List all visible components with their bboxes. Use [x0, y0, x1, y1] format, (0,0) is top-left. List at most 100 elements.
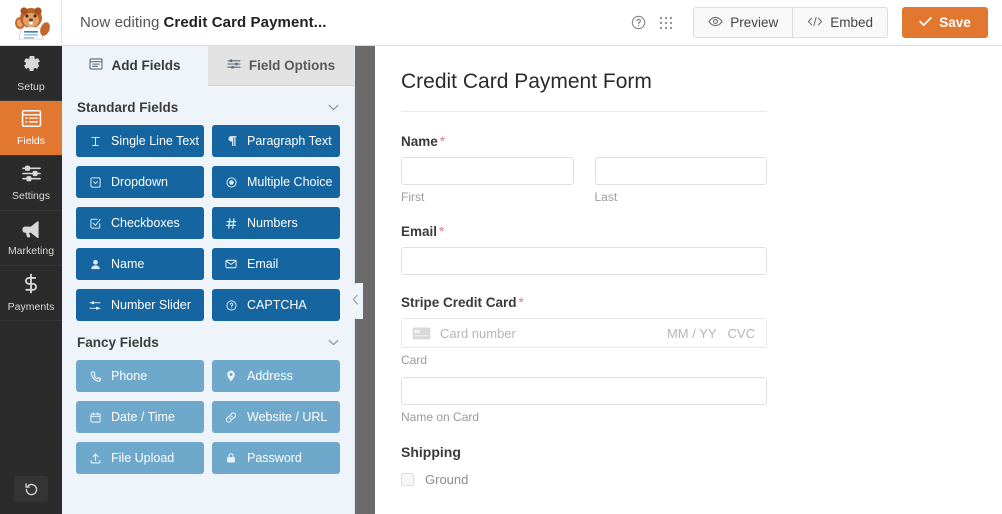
panel-tabs: Add Fields Field Options	[62, 46, 354, 86]
left-nav: Setup Fields Settings Marketing Payments	[0, 46, 62, 514]
field-label: Single Line Text	[111, 134, 200, 148]
form-title: Credit Card Payment Form	[401, 70, 767, 112]
card-number-input[interactable]: Card number MM / YY CVC	[401, 318, 767, 348]
field-label-email: Email *	[401, 224, 767, 239]
first-name-input[interactable]	[401, 157, 574, 185]
field-label: CAPTCHA	[247, 298, 307, 312]
dollar-icon	[22, 273, 40, 299]
field-button-single-line-text[interactable]: Single Line Text	[76, 125, 204, 157]
sidebar-item-marketing[interactable]: Marketing	[0, 211, 62, 266]
sidebar-item-settings[interactable]: Settings	[0, 156, 62, 211]
help-circle-icon[interactable]	[625, 10, 651, 36]
collapse-panel-button[interactable]	[348, 283, 363, 319]
save-button[interactable]: Save	[902, 7, 988, 38]
sidebar-item-fields[interactable]: Fields	[0, 101, 62, 156]
upload-icon	[88, 453, 102, 464]
lock-icon	[224, 452, 238, 464]
question-circle-icon	[224, 299, 238, 311]
shipping-option-label: Ground	[425, 472, 469, 487]
name-on-card-input[interactable]	[401, 377, 767, 405]
field-button-date-time[interactable]: Date / Time	[76, 401, 204, 433]
dropdown-icon	[88, 176, 102, 188]
shipping-option-ground[interactable]: Ground	[401, 472, 767, 487]
field-button-number-slider[interactable]: Number Slider	[76, 289, 204, 321]
chevron-down-icon[interactable]	[328, 337, 339, 349]
field-button-numbers[interactable]: Numbers	[212, 207, 340, 239]
field-label: Multiple Choice	[247, 175, 333, 189]
link-icon	[224, 411, 238, 423]
group-fancy-fields[interactable]: Fancy Fields	[76, 321, 340, 360]
check-icon	[919, 15, 933, 30]
field-label: Name	[111, 257, 145, 271]
field-button-password[interactable]: Password	[212, 442, 340, 474]
label-text: Email	[401, 224, 438, 239]
panel-scroll-area[interactable]: Standard Fields Single Line Text Paragra…	[62, 86, 354, 514]
user-icon	[88, 259, 102, 270]
field-label: Phone	[111, 369, 148, 383]
field-button-checkboxes[interactable]: Checkboxes	[76, 207, 204, 239]
tab-add-fields-label: Add Fields	[111, 58, 181, 73]
field-button-dropdown[interactable]: Dropdown	[76, 166, 204, 198]
group-standard-fields[interactable]: Standard Fields	[76, 86, 340, 125]
group-standard-title: Standard Fields	[77, 100, 179, 115]
field-label-name: Name *	[401, 134, 767, 149]
revision-history-button[interactable]	[14, 476, 48, 502]
top-bar-actions: Preview Embed Save	[625, 0, 1002, 45]
field-button-file-upload[interactable]: File Upload	[76, 442, 204, 474]
field-button-website-url[interactable]: Website / URL	[212, 401, 340, 433]
sliders-icon	[21, 164, 42, 188]
preview-field-name[interactable]: Name * First Last	[401, 134, 767, 204]
editing-label: Now editing	[80, 14, 160, 31]
tab-field-options[interactable]: Field Options	[208, 46, 354, 86]
builder-body: Setup Fields Settings Marketing Payments…	[0, 46, 1002, 514]
fancy-fields-grid: Phone Address Date / Time Website / URL …	[76, 360, 340, 474]
preview-field-shipping[interactable]: Shipping Ground	[401, 444, 767, 487]
field-label: Numbers	[247, 216, 298, 230]
field-button-multiple-choice[interactable]: Multiple Choice	[212, 166, 340, 198]
field-label: Address	[247, 369, 293, 383]
group-fancy-title: Fancy Fields	[77, 335, 159, 350]
preview-embed-group: Preview Embed	[693, 7, 888, 38]
tab-add-fields[interactable]: Add Fields	[62, 46, 208, 86]
embed-button[interactable]: Embed	[792, 7, 888, 38]
preview-label: Preview	[730, 15, 779, 30]
last-name-input[interactable]	[594, 157, 767, 185]
wpforms-builder: Now editing Credit Card Payment... Previ…	[0, 0, 1002, 514]
code-icon	[807, 15, 823, 30]
field-label-stripe-credit-card: Stripe Credit Card *	[401, 295, 767, 310]
chevron-down-icon[interactable]	[328, 102, 339, 114]
field-label: File Upload	[111, 451, 175, 465]
name-subfields: First Last	[401, 157, 767, 204]
hash-icon	[224, 217, 238, 229]
preview-field-email[interactable]: Email *	[401, 224, 767, 275]
gear-icon	[21, 53, 42, 79]
text-cursor-icon	[88, 136, 102, 147]
top-bar: Now editing Credit Card Payment... Previ…	[0, 0, 1002, 46]
sidebar-label-setup: Setup	[17, 81, 45, 94]
editing-title: Now editing Credit Card Payment...	[62, 0, 625, 45]
sidebar-item-payments[interactable]: Payments	[0, 266, 62, 321]
field-button-email[interactable]: Email	[212, 248, 340, 280]
field-label: Date / Time	[111, 410, 175, 424]
checkbox-icon[interactable]	[401, 473, 414, 486]
card-number-placeholder: Card number	[440, 325, 516, 341]
field-button-phone[interactable]: Phone	[76, 360, 204, 392]
field-button-address[interactable]: Address	[212, 360, 340, 392]
wpforms-logo[interactable]	[0, 0, 62, 45]
preview-button[interactable]: Preview	[693, 7, 793, 38]
required-marker: *	[439, 224, 445, 239]
eye-icon	[708, 15, 723, 30]
form-name: Credit Card Payment...	[163, 14, 327, 31]
email-input[interactable]	[401, 247, 767, 275]
sidebar-item-setup[interactable]: Setup	[0, 46, 62, 101]
label-text: Name	[401, 134, 438, 149]
field-button-name[interactable]: Name	[76, 248, 204, 280]
radio-icon	[224, 176, 238, 188]
grid-apps-icon[interactable]	[653, 10, 679, 36]
field-button-captcha[interactable]: CAPTCHA	[212, 289, 340, 321]
required-marker: *	[439, 134, 446, 149]
field-button-paragraph-text[interactable]: Paragraph Text	[212, 125, 340, 157]
preview-field-stripe-credit-card[interactable]: Stripe Credit Card* Card number MM / YY	[401, 295, 767, 424]
save-label: Save	[939, 15, 971, 30]
credit-card-icon	[412, 326, 431, 340]
